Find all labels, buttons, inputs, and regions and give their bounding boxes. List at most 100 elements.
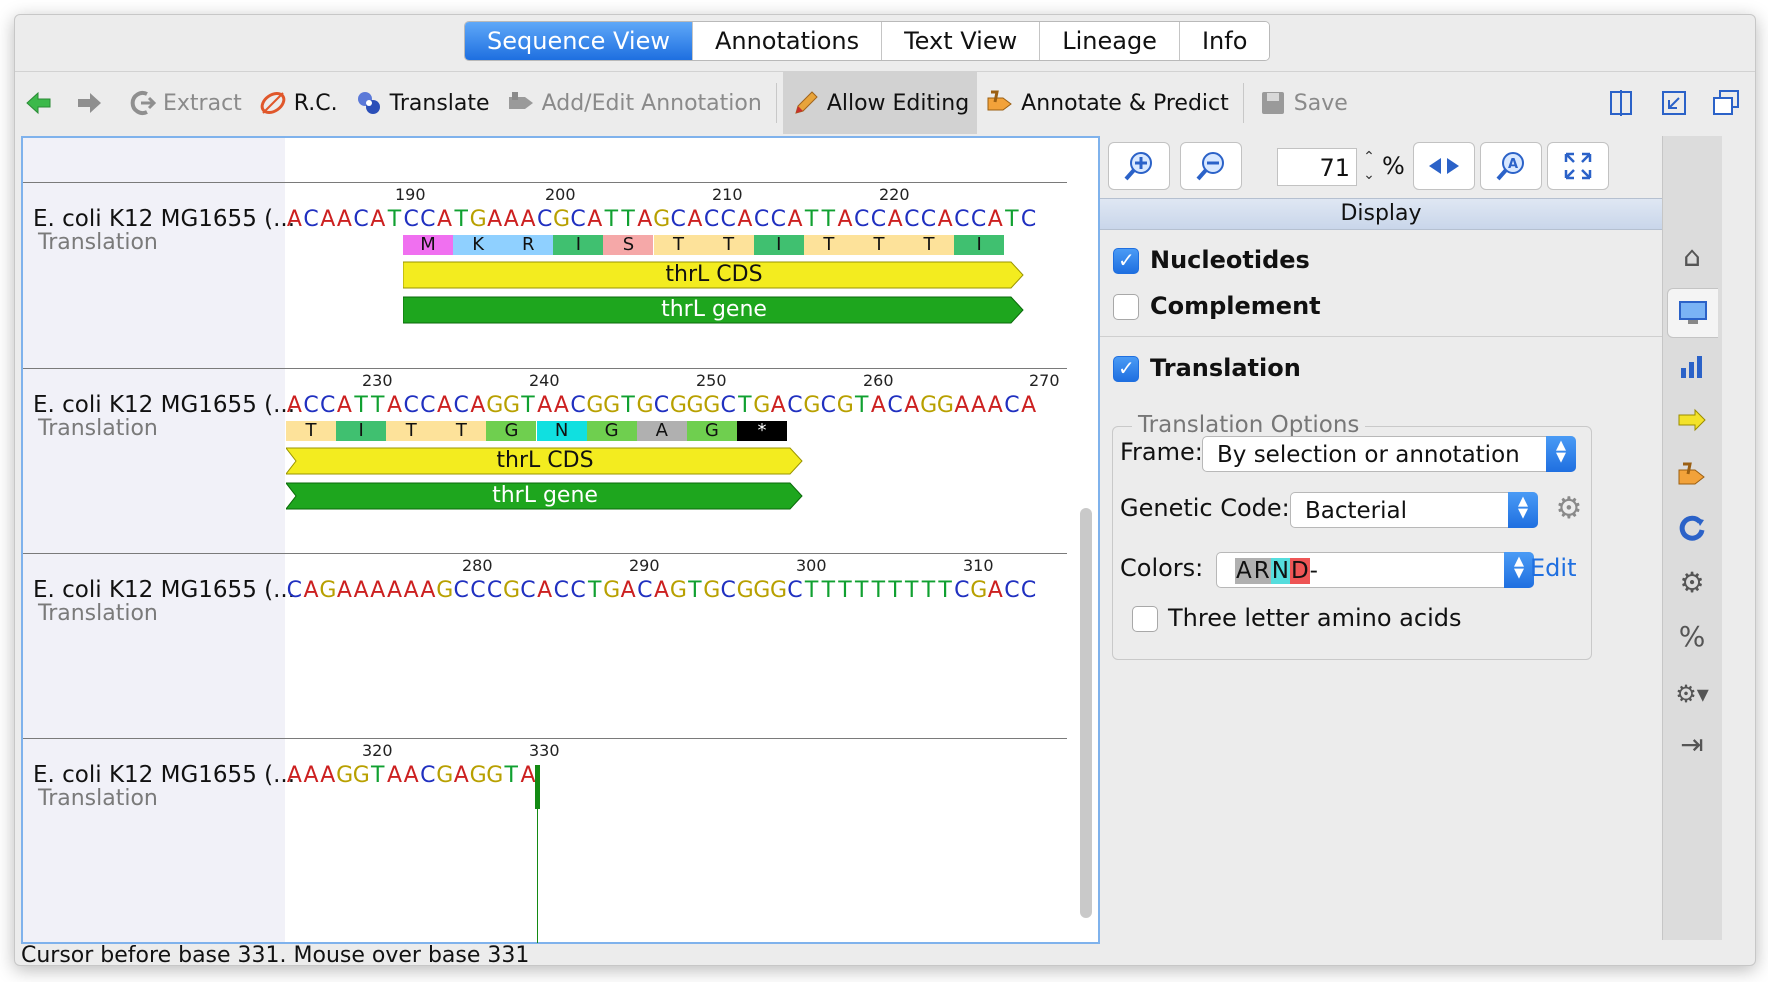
ruler-label: 220 xyxy=(879,185,910,204)
frame-value: By selection or annotation xyxy=(1217,442,1520,468)
view-tabs: Sequence View Annotations Text View Line… xyxy=(464,21,1271,61)
amino-acid: I xyxy=(553,235,604,255)
sidebar-graphs[interactable] xyxy=(1667,342,1717,390)
three-letter-checkbox[interactable] xyxy=(1132,606,1158,632)
amino-acid: T xyxy=(653,235,704,255)
annotate-predict-button[interactable]: Annotate & Predict xyxy=(977,72,1237,134)
base-A: A xyxy=(937,207,953,232)
translation-checkbox[interactable] xyxy=(1113,356,1139,382)
maximize-button[interactable] xyxy=(1703,72,1755,134)
amino-acid: M xyxy=(403,235,454,255)
base-A: A xyxy=(971,393,987,418)
base-G: G xyxy=(920,393,938,418)
colors-label: Colors: xyxy=(1120,554,1204,582)
base-A: A xyxy=(887,207,903,232)
tab-lineage[interactable]: Lineage xyxy=(1040,22,1180,60)
save-button[interactable]: Save xyxy=(1250,72,1356,134)
complement-checkbox[interactable] xyxy=(1113,294,1139,320)
display-section-header[interactable]: Display xyxy=(1100,198,1662,230)
sidebar-display[interactable] xyxy=(1667,288,1718,338)
tab-annotations[interactable]: Annotations xyxy=(692,22,883,60)
nucleotide-sequence[interactable]: AAAGGT AACGAGGT A xyxy=(286,763,536,788)
cds-feature[interactable]: thrL CDS xyxy=(286,446,804,476)
base-G: G xyxy=(603,393,621,418)
gene-feature[interactable]: thrL gene xyxy=(403,295,1025,325)
sequence-row-1[interactable]: E. coli K12 MG1655 (... Translation 190 … xyxy=(23,182,1067,365)
base-G: G xyxy=(586,393,604,418)
genetic-code-settings-button[interactable]: ⚙ xyxy=(1552,492,1586,526)
base-T: T xyxy=(688,578,702,603)
cds-feature[interactable]: thrL CDS xyxy=(403,260,1025,290)
add-edit-annotation-button[interactable]: Add/Edit Annotation xyxy=(498,72,770,134)
zoom-out-button[interactable] xyxy=(1180,142,1242,190)
sequence-row-2[interactable]: E. coli K12 MG1655 (... Translation 230 … xyxy=(23,368,1067,551)
frame-select[interactable]: By selection or annotation ▲ ▼ xyxy=(1202,436,1576,472)
base-A: A xyxy=(620,578,636,603)
extract-icon xyxy=(130,91,157,115)
base-A: A xyxy=(470,393,486,418)
three-letter-label: Three letter amino acids xyxy=(1168,604,1462,632)
base-C: C xyxy=(286,578,303,603)
base-C: C xyxy=(570,578,586,603)
nucleotide-sequence[interactable]: ACCA T T ACCACAGGT AACGGTGCGGGC TGACGCGT ACAGG… xyxy=(286,393,1037,418)
tab-info[interactable]: Info xyxy=(1179,22,1270,60)
zoom-to-bases-button[interactable]: A xyxy=(1480,142,1542,190)
sidebar-statistics[interactable]: % xyxy=(1667,612,1717,660)
base-C: C xyxy=(570,393,586,418)
zoom-level-input[interactable]: 71 xyxy=(1277,148,1357,186)
base-G: G xyxy=(436,763,454,788)
app-window: Sequence View Annotations Text View Line… xyxy=(14,14,1756,966)
zoom-in-button[interactable] xyxy=(1108,142,1170,190)
base-C: C xyxy=(420,393,436,418)
forward-button[interactable] xyxy=(67,72,119,134)
base-A: A xyxy=(520,207,536,232)
base-A: A xyxy=(286,207,302,232)
reverse-complement-button[interactable]: R.C. xyxy=(250,72,346,134)
tab-sequence-view[interactable]: Sequence View xyxy=(465,22,693,60)
nucleotides-checkbox[interactable] xyxy=(1113,248,1139,274)
sidebar-home[interactable]: ⌂ xyxy=(1667,232,1717,280)
sidebar-settings[interactable]: ⚙ xyxy=(1667,558,1717,606)
extract-button[interactable]: Extract xyxy=(119,72,250,134)
zoom-stepper[interactable]: ⌃ ⌄ xyxy=(1360,148,1378,186)
base-C: C xyxy=(854,207,870,232)
base-G: G xyxy=(703,393,721,418)
split-view-button[interactable] xyxy=(1599,72,1651,134)
ruler-label: 240 xyxy=(529,371,560,390)
popout-icon xyxy=(1662,91,1686,115)
fit-width-button[interactable] xyxy=(1413,142,1475,190)
base-A: A xyxy=(837,207,853,232)
collapse-sidebar-button[interactable]: ⇥ xyxy=(1667,720,1717,768)
back-arrow-icon xyxy=(26,91,51,115)
base-C: C xyxy=(954,207,970,232)
sequence-row-4[interactable]: E. coli K12 MG1655 (... Translation 320 … xyxy=(23,738,1067,943)
chevron-updown-icon: ▲ ▼ xyxy=(1546,436,1576,472)
nucleotide-sequence[interactable]: ACAACA T CCA TGAAACGCA T T AGCACCACCA T T ACCACCA… xyxy=(286,207,1037,232)
tab-text-view[interactable]: Text View xyxy=(882,22,1041,60)
base-G: G xyxy=(469,207,487,232)
sidebar-restriction[interactable] xyxy=(1667,504,1717,552)
colors-select[interactable]: ARND- ▲ ▼ xyxy=(1216,552,1534,588)
gene-feature[interactable]: thrL gene xyxy=(286,481,804,511)
sequence-panel[interactable]: E. coli K12 MG1655 (... Translation 190 … xyxy=(21,136,1100,944)
base-G: G xyxy=(769,578,787,603)
fullscreen-button[interactable] xyxy=(1547,142,1609,190)
allow-editing-toggle[interactable]: Allow Editing xyxy=(782,72,978,134)
nucleotide-sequence[interactable]: CAGAAAAAAGCCCGCACC TGACAGTGCGGGC T T T T T T T T T… xyxy=(286,578,1037,603)
base-C: C xyxy=(703,207,720,232)
sequence-row-3[interactable]: E. coli K12 MG1655 (... Translation 280 … xyxy=(23,553,1067,736)
base-G: G xyxy=(703,578,721,603)
sidebar-annotate-predict[interactable] xyxy=(1667,450,1717,498)
back-button[interactable] xyxy=(15,72,67,134)
popout-button[interactable] xyxy=(1651,72,1703,134)
translate-button[interactable]: Translate xyxy=(346,72,498,134)
sidebar-options-menu[interactable]: ⚙▾ xyxy=(1667,670,1717,718)
dna-helix-icon xyxy=(260,91,286,115)
genetic-code-select[interactable]: Bacterial ▲ ▼ xyxy=(1290,492,1538,528)
extract-label: Extract xyxy=(163,90,242,116)
vertical-scrollbar[interactable] xyxy=(1080,508,1092,918)
sidebar-annotations[interactable] xyxy=(1667,396,1717,444)
base-T: T xyxy=(821,207,836,232)
edit-colors-link[interactable]: Edit xyxy=(1530,554,1576,582)
complement-label: Complement xyxy=(1150,292,1321,320)
